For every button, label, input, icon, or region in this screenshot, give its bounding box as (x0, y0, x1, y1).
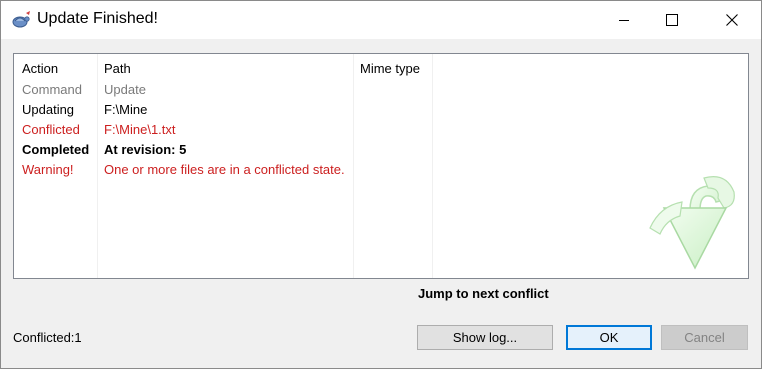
list-row-command[interactable]: Command Update (14, 80, 748, 100)
tortoise-app-icon (11, 10, 31, 30)
minimize-icon (618, 14, 630, 26)
row-path: At revision: 5 (104, 142, 187, 157)
row-path: One or more files are in a conflicted st… (104, 162, 345, 177)
cancel-button[interactable]: Cancel (661, 325, 748, 350)
column-header-path[interactable]: Path (104, 61, 131, 76)
show-log-button[interactable]: Show log... (417, 325, 553, 350)
maximize-icon (666, 14, 678, 26)
row-action: Warning! (22, 162, 74, 177)
row-action: Updating (22, 102, 75, 117)
row-path: F:\Mine (104, 102, 148, 117)
column-header-action[interactable]: Action (22, 61, 58, 76)
maximize-button[interactable] (649, 1, 695, 39)
row-action: Conflicted (22, 122, 80, 137)
minimize-button[interactable] (601, 1, 647, 39)
list-row-conflicted[interactable]: Conflicted F:\Mine\1.txt (14, 120, 748, 140)
row-action: Completed (22, 142, 90, 157)
list-row-completed[interactable]: Completed At revision: 5 (14, 140, 748, 160)
green-curved-arrow-icon (620, 158, 738, 273)
update-finished-dialog: Update Finished! Action Path Mime type C… (0, 0, 762, 369)
row-action: Command (22, 82, 82, 97)
ok-button[interactable]: OK (566, 325, 652, 350)
conflict-count-status: Conflicted:1 (13, 330, 82, 345)
jump-to-next-conflict-link[interactable]: Jump to next conflict (418, 286, 549, 301)
row-path: Update (104, 82, 146, 97)
close-icon (726, 14, 738, 26)
list-row-updating[interactable]: Updating F:\Mine (14, 100, 748, 120)
close-button[interactable] (709, 1, 755, 39)
window-title: Update Finished! (37, 10, 158, 27)
column-header-mime-type[interactable]: Mime type (360, 61, 420, 76)
title-bar[interactable]: Update Finished! (1, 1, 761, 39)
row-path: F:\Mine\1.txt (104, 122, 176, 137)
update-results-list[interactable]: Action Path Mime type Command Update Upd… (13, 53, 749, 279)
